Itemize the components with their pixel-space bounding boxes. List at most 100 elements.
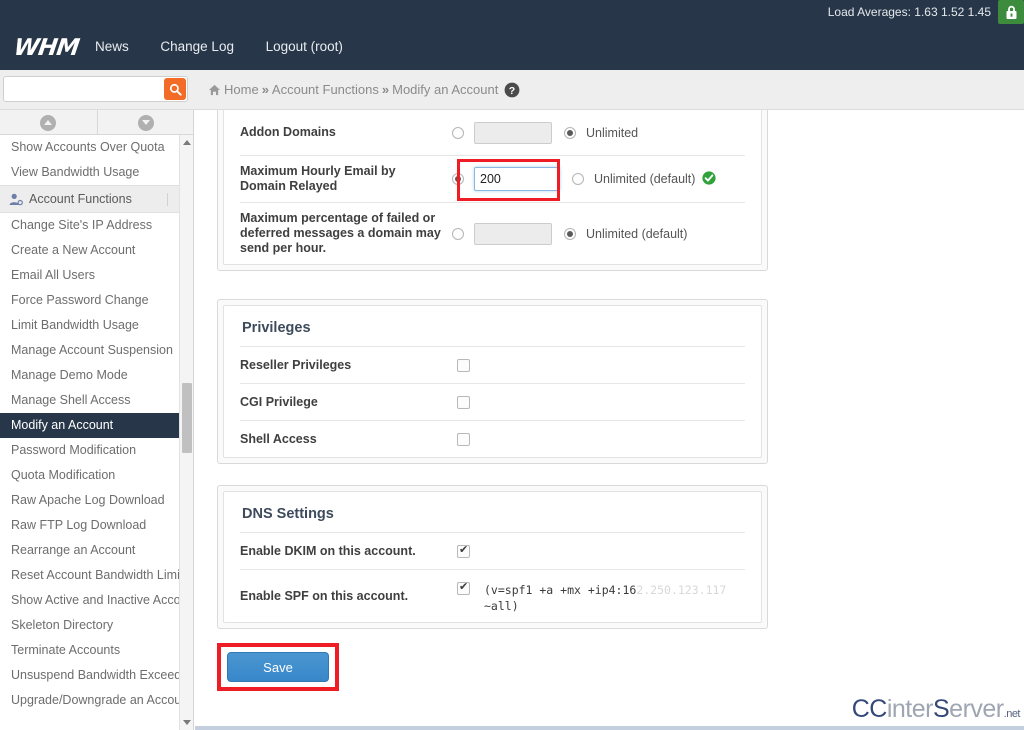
- main-navbar: WHM News Change Log Logout (root): [0, 26, 1024, 70]
- row-controls: Unlimited: [452, 122, 745, 144]
- home-icon: [208, 84, 221, 99]
- enable-dkim-checkbox[interactable]: [457, 545, 470, 558]
- max-hourly-email-number-input[interactable]: [474, 167, 560, 191]
- row-label: Reseller Privileges: [240, 358, 452, 373]
- user-icon: [9, 193, 23, 206]
- nav-link-news[interactable]: News: [95, 39, 129, 54]
- sidebar-item-quota-modification[interactable]: Quota Modification: [0, 463, 194, 488]
- sidebar-item-show-accounts-over-quota[interactable]: Show Accounts Over Quota: [0, 135, 194, 160]
- dns-settings-card: DNS Settings Enable DKIM on this account…: [217, 485, 768, 629]
- watermark-c2: C: [869, 695, 887, 723]
- max-failed-number-input[interactable]: [474, 223, 552, 245]
- row-addon-domains: Addon Domains Unlimited: [240, 110, 745, 155]
- spf-record-suffix: ~all): [484, 599, 519, 613]
- sidebar-item-rearrange-an-account[interactable]: Rearrange an Account: [0, 538, 194, 563]
- search-input[interactable]: [4, 77, 164, 101]
- lock-icon[interactable]: [998, 0, 1024, 24]
- addon-domains-unlimited-radio[interactable]: [564, 127, 576, 139]
- limits-card-inner: Addon Domains Unlimited Maximum Hourly E…: [223, 110, 762, 265]
- sidebar-scrollbar[interactable]: [179, 135, 193, 730]
- nav-link-logout[interactable]: Logout (root): [266, 39, 343, 54]
- main-content: Addon Domains Unlimited Maximum Hourly E…: [195, 110, 1024, 730]
- search-breadcrumb-strip: Home»Account Functions»Modify an Account…: [0, 70, 1024, 110]
- row-controls: [452, 359, 745, 372]
- reseller-privileges-checkbox[interactable]: [457, 359, 470, 372]
- sidebar-item-manage-shell-access[interactable]: Manage Shell Access: [0, 388, 194, 413]
- sidebar-item-reset-account-bandwidth-limit[interactable]: Reset Account Bandwidth Limit: [0, 563, 194, 588]
- page-bottom-edge: [195, 726, 1024, 730]
- search-icon[interactable]: [164, 78, 186, 100]
- sidebar-item-upgrade-downgrade-an-account[interactable]: Upgrade/Downgrade an Account: [0, 688, 194, 713]
- row-max-hourly-email: Maximum Hourly Email by Domain Relayed U…: [240, 155, 745, 202]
- whm-page: Load Averages: 1.63 1.52 1.45 WHM News C…: [0, 0, 1024, 730]
- search-box: [3, 76, 188, 102]
- sidebar: Show Accounts Over Quota View Bandwidth …: [0, 110, 194, 730]
- limits-card: Addon Domains Unlimited Maximum Hourly E…: [217, 110, 768, 271]
- sidebar-item-unsuspend-bandwidth-exceeders[interactable]: Unsuspend Bandwidth Exceeders: [0, 663, 194, 688]
- sidebar-group-label: Account Functions: [29, 192, 161, 206]
- sidebar-scrollbar-thumb[interactable]: [182, 383, 192, 453]
- row-reseller-privileges: Reseller Privileges: [240, 346, 745, 383]
- breadcrumb-current: Modify an Account: [392, 82, 498, 97]
- sidebar-item-raw-ftp-log-download[interactable]: Raw FTP Log Download: [0, 513, 194, 538]
- sidebar-item-show-active-and-inactive-accounts[interactable]: Show Active and Inactive Accounts: [0, 588, 194, 613]
- scroll-down-arrow-icon[interactable]: [183, 720, 191, 725]
- sidebar-item-modify-an-account[interactable]: Modify an Account: [0, 413, 194, 438]
- watermark-erver: erver: [949, 695, 1003, 723]
- row-label: CGI Privilege: [240, 395, 452, 410]
- whm-logo: WHM: [12, 35, 80, 61]
- sidebar-item-change-sites-ip-address[interactable]: Change Site's IP Address: [0, 213, 194, 238]
- nav-links: News Change Log Logout (root): [95, 39, 371, 54]
- privileges-card-inner: Privileges Reseller Privileges CGI Privi…: [223, 305, 762, 458]
- sidebar-item-skeleton-directory[interactable]: Skeleton Directory: [0, 613, 194, 638]
- sidebar-item-email-all-users[interactable]: Email All Users: [0, 263, 194, 288]
- sidebar-item-limit-bandwidth-usage[interactable]: Limit Bandwidth Usage: [0, 313, 194, 338]
- sidebar-item-view-bandwidth-usage[interactable]: View Bandwidth Usage: [0, 160, 194, 185]
- max-failed-unlimited-label: Unlimited (default): [586, 227, 687, 241]
- addon-domains-number-radio[interactable]: [452, 127, 464, 139]
- row-label: Enable DKIM on this account.: [240, 544, 452, 559]
- sidebar-item-terminate-accounts[interactable]: Terminate Accounts: [0, 638, 194, 663]
- cgi-privilege-checkbox[interactable]: [457, 396, 470, 409]
- max-hourly-email-number-radio[interactable]: [452, 173, 464, 185]
- interserver-watermark: CCinterServer.net: [852, 695, 1020, 724]
- sidebar-expand-all-button[interactable]: [98, 110, 195, 135]
- row-controls: Unlimited (default): [452, 167, 745, 191]
- row-shell-access: Shell Access: [240, 420, 745, 457]
- help-icon[interactable]: ?: [504, 82, 520, 101]
- breadcrumb: Home»Account Functions»Modify an Account…: [208, 82, 520, 101]
- sidebar-item-manage-demo-mode[interactable]: Manage Demo Mode: [0, 363, 194, 388]
- nav-link-change-log[interactable]: Change Log: [160, 39, 234, 54]
- sidebar-group-account-functions[interactable]: Account Functions ∨: [0, 185, 194, 213]
- sidebar-item-create-a-new-account[interactable]: Create a New Account: [0, 238, 194, 263]
- breadcrumb-separator-1: »: [262, 82, 269, 97]
- sidebar-item-manage-account-suspension[interactable]: Manage Account Suspension: [0, 338, 194, 363]
- sidebar-item-raw-apache-log-download[interactable]: Raw Apache Log Download: [0, 488, 194, 513]
- max-failed-unlimited-radio[interactable]: [564, 228, 576, 240]
- breadcrumb-home[interactable]: Home: [224, 82, 259, 97]
- max-hourly-email-unlimited-label: Unlimited (default): [594, 172, 695, 186]
- addon-domains-number-input[interactable]: [474, 122, 552, 144]
- chevron-down-icon: [138, 115, 154, 131]
- sidebar-item-force-password-change[interactable]: Force Password Change: [0, 288, 194, 313]
- load-averages-text: Load Averages: 1.63 1.52 1.45: [828, 5, 991, 19]
- svg-text:?: ?: [509, 85, 515, 97]
- breadcrumb-account-functions[interactable]: Account Functions: [272, 82, 379, 97]
- row-label: Enable SPF on this account.: [240, 589, 452, 604]
- sidebar-collapse-all-button[interactable]: [0, 110, 98, 135]
- row-label: Addon Domains: [240, 125, 452, 140]
- scroll-up-arrow-icon[interactable]: [183, 140, 191, 145]
- sidebar-item-password-modification[interactable]: Password Modification: [0, 438, 194, 463]
- max-hourly-email-unlimited-radio[interactable]: [572, 173, 584, 185]
- enable-spf-checkbox[interactable]: [457, 582, 470, 595]
- row-label: Maximum percentage of failed or deferred…: [240, 211, 452, 256]
- save-button[interactable]: Save: [227, 652, 329, 682]
- shell-access-checkbox[interactable]: [457, 433, 470, 446]
- max-failed-number-radio[interactable]: [452, 228, 464, 240]
- privileges-card: Privileges Reseller Privileges CGI Privi…: [217, 299, 768, 464]
- watermark-inter: inter: [887, 695, 933, 723]
- row-enable-dkim: Enable DKIM on this account.: [240, 532, 745, 569]
- row-controls: [452, 433, 745, 446]
- spf-record-redacted-ip: 2.250.123.117: [636, 583, 726, 597]
- chevron-up-icon: [40, 115, 56, 131]
